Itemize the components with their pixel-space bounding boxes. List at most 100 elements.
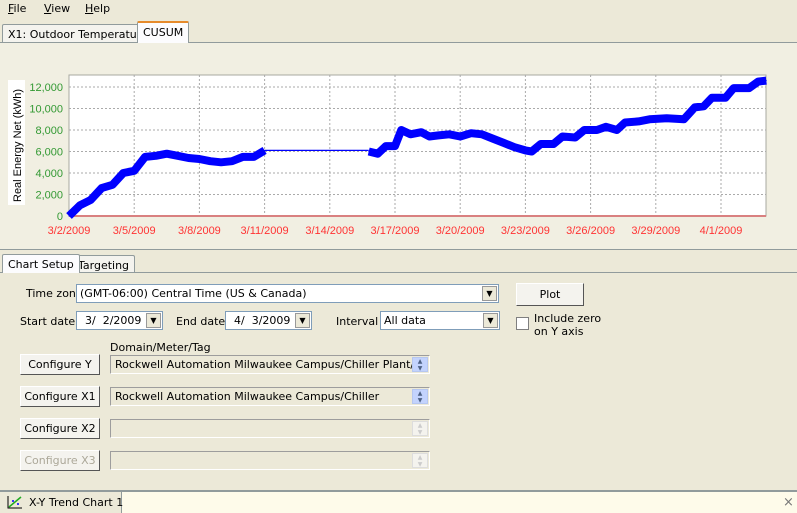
data-point [524,149,526,151]
x2-tag-field[interactable]: ▲ ▼ [110,419,430,438]
spin-updown-icon[interactable]: ▲ ▼ [412,357,428,372]
data-point [765,80,767,82]
x-tick-label: 3/20/2009 [436,225,485,237]
time-zone-value: (GMT-06:00) Central Time (US & Canada) [80,287,307,300]
data-point [209,160,211,162]
data-point [459,135,461,137]
chevron-down-icon[interactable]: ▼ [295,313,310,328]
data-point [596,129,598,131]
include-zero-checkbox[interactable] [516,317,529,330]
data-point [448,133,450,135]
x-tick-label: 3/26/2009 [566,225,615,237]
x-tick-label: 3/2/2009 [48,225,91,237]
data-point [492,138,494,140]
interval-value: All data [384,314,426,327]
configure-x1-button[interactable]: Configure X1 [20,386,100,407]
x-tick-label: 3/29/2009 [631,225,680,237]
menu-file[interactable]: File [8,2,26,15]
data-point [377,153,379,155]
data-point [531,151,533,152]
data-point [703,105,705,107]
y-tick-label: 8,000 [35,125,63,137]
configure-y-button[interactable]: Configure Y [20,354,100,375]
data-point [503,142,505,144]
data-point [583,129,585,131]
start-date-picker[interactable]: 3/ 2/2009 ▼ [76,311,163,330]
include-zero-label-2: on Y axis [534,325,584,338]
data-point [242,156,244,158]
include-zero-label-1: Include zero [534,312,602,325]
data-point [68,215,70,217]
data-point [385,145,387,147]
menu-view[interactable]: View [44,2,70,15]
plot-button[interactable]: Plot [516,283,584,306]
close-icon[interactable]: × [783,495,794,510]
document-tab[interactable]: X-Y Trend Chart 1 [0,492,124,513]
data-point [711,97,713,99]
data-point [605,126,607,128]
data-point [420,131,422,133]
x-tick-label: 3/11/2009 [241,225,289,237]
y-tick-label: 0 [57,211,63,223]
data-point [574,137,576,139]
y-tick-label: 6,000 [35,147,63,159]
time-zone-label: Time zone [26,287,83,300]
document-tab-label: X-Y Trend Chart 1 [29,496,124,509]
tab-chart-setup[interactable]: Chart Setup [2,254,80,273]
y-tick-label: 12,000 [29,82,63,94]
tab-outdoor-temperature[interactable]: X1: Outdoor Temperature [2,24,154,43]
y-tick-label: 4,000 [35,168,63,180]
tab-cusum[interactable]: CUSUM [137,21,190,43]
data-point [748,87,750,89]
spin-updown-icon[interactable]: ▲ ▼ [412,389,428,404]
data-point [101,187,103,189]
configure-x2-button[interactable]: Configure X2 [20,418,100,439]
spin-updown-icon: ▲ ▼ [412,453,428,468]
data-point [368,151,370,152]
start-date-value: 3/ 2/2009 [85,314,142,327]
data-point [394,145,396,147]
x-tick-label: 3/5/2009 [113,225,156,237]
data-point [177,155,179,157]
x-tick-label: 3/23/2009 [501,225,550,237]
data-point [514,146,516,148]
menu-help[interactable]: Help [85,2,110,15]
end-date-label: End date [176,315,226,328]
y-tag-field[interactable]: Rockwell Automation Milwaukee Campus/Chi… [110,355,430,374]
data-point [155,155,157,157]
time-zone-select[interactable]: (GMT-06:00) Central Time (US & Canada) ▼ [76,284,499,303]
data-point [470,132,472,134]
data-point [624,121,626,123]
data-point [683,118,685,120]
data-point [400,129,402,131]
x-tick-label: 4/1/2009 [700,225,743,237]
data-point [144,156,146,158]
data-point [757,81,759,83]
y-tag-value: Rockwell Automation Milwaukee Campus/Chi… [115,358,430,371]
data-point [79,204,81,206]
chevron-down-icon[interactable]: ▼ [483,313,498,328]
xy-chart-icon [7,496,22,509]
data-point [198,158,200,160]
x-tick-label: 3/8/2009 [178,225,221,237]
y-tick-label: 2,000 [35,190,63,202]
chart-panel: Real Energy Net (kWh) 0 2,000 4,000 6,000 8,0… [0,42,797,250]
start-date-label: Start date [20,315,76,328]
x3-tag-field: ▲ ▼ [110,451,430,470]
interval-select[interactable]: All data ▼ [380,311,500,330]
data-point [122,172,124,174]
chevron-down-icon[interactable]: ▼ [146,313,161,328]
x1-tag-field[interactable]: Rockwell Automation Milwaukee Campus/Chi… [110,387,430,406]
data-point [562,135,564,137]
data-point [409,133,411,135]
spin-updown-icon[interactable]: ▲ ▼ [412,421,428,436]
tab-targeting[interactable]: Targeting [72,255,136,272]
end-date-picker[interactable]: 4/ 3/2009 ▼ [225,311,312,330]
data-point [133,170,135,172]
data-point [428,135,430,137]
data-point [481,133,483,135]
data-point [220,161,222,163]
data-point [552,143,554,145]
chevron-down-icon[interactable]: ▼ [482,286,497,301]
x1-tag-value: Rockwell Automation Milwaukee Campus/Chi… [115,390,380,403]
